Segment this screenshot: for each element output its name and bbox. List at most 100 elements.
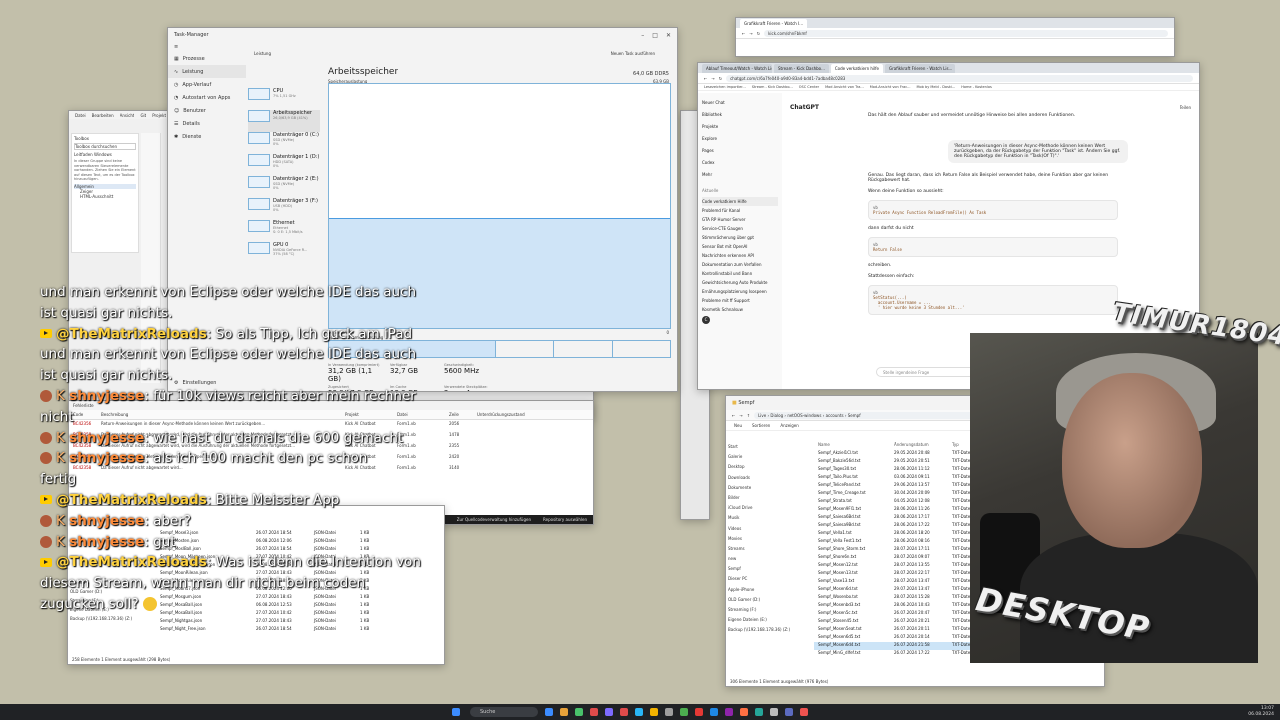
taskbar-search[interactable]: Suche [470, 707, 538, 717]
perf-item[interactable]: Ethernet Ethernet S: 0 E: 1,5 Mbit/s [248, 220, 320, 242]
nav-item[interactable]: Dieser PC [728, 574, 808, 584]
file-row[interactable]: Sempf_Mosen5eat.txt 26.07.2024 20:11 TXT-D… [814, 626, 992, 634]
file-row[interactable]: Sempf_Night_Free.json 26.07.2024 18:54 JSO… [156, 626, 380, 634]
file-row[interactable]: Sempf_Vella Fest1.txt 28.06.2024 08:16 TXT… [814, 538, 992, 546]
nav-details[interactable]: ☰ Details [168, 117, 246, 130]
nav-drive-z[interactable]: Backup (\\192.168.178.36) (Z:) [70, 616, 142, 625]
file-row[interactable]: Sempf_Mosen6d5.txt 26.07.2024 20:14 TXT-Da… [814, 634, 992, 642]
forward-icon[interactable]: → [739, 413, 742, 418]
nav-item[interactable]: Musik [728, 513, 808, 523]
col-name[interactable]: Name [818, 442, 888, 450]
recent-chat-item[interactable]: Kontrollinstabil und Bann [702, 269, 778, 278]
nav-startup-apps[interactable]: ◔ Autostart von Apps [168, 91, 246, 104]
file-row[interactable]: Sempf_Mosen6d4.txt 26.07.2024 21:58 TXT-Da… [814, 642, 992, 650]
back-icon[interactable]: ← [742, 31, 745, 36]
menu-git[interactable]: Git [140, 113, 146, 118]
bookmark-item[interactable]: Home - Kostenlos [961, 85, 992, 89]
reload-icon[interactable]: ↻ [757, 31, 760, 36]
nav-item[interactable]: Galerie [728, 452, 808, 462]
back-icon[interactable]: ← [704, 76, 707, 81]
reload-icon[interactable]: ↻ [719, 76, 722, 81]
perf-item[interactable]: Arbeitsspeicher 26,0/63,9 GB (41%) [248, 110, 320, 132]
recent-chat-item[interactable]: Problemd für Kanal [702, 206, 778, 215]
file-row[interactable]: Sempf_Vase13.txt 28.07.2024 13:47 TXT-Date… [814, 578, 992, 586]
tab-4[interactable]: Grafikkraft Frieren - Watch Lis... [885, 64, 956, 73]
recent-chat-item[interactable]: Ernährungsplatzierung Isospeen [702, 287, 778, 296]
clock[interactable]: 13:07 06.08.2024 [1248, 706, 1274, 718]
run-new-task-button[interactable]: Neuen Task ausführen [611, 51, 655, 56]
taskbar-app-icon[interactable] [725, 708, 733, 716]
sidebar-item[interactable]: Pages [702, 145, 778, 157]
maximize-icon[interactable]: □ [652, 32, 658, 39]
nav-item[interactable]: Downloads [728, 473, 808, 483]
perf-item[interactable]: Datenträger 3 (F:) USB (HDD) 0% [248, 198, 320, 220]
recent-chat-item[interactable]: GTA RP Humor Server [702, 215, 778, 224]
file-row[interactable]: Sempf_Stosen45.txt 26.07.2024 20:21 TXT-Da… [814, 618, 992, 626]
nav-item[interactable]: Eigene Dateien (E:) [728, 615, 808, 625]
file-row[interactable]: Sempf_Mosen6d.txt 29.07.2024 13:47 TXT-Dat… [814, 586, 992, 594]
sidebar-item[interactable]: Projekte [702, 121, 778, 133]
perf-item[interactable]: Datenträger 1 (D:) HDD (SATA) 0% [248, 154, 320, 176]
taskbar-app-icon[interactable] [650, 708, 658, 716]
sidebar-item[interactable]: Codex [702, 157, 778, 169]
file-row[interactable]: Sempf_Tailo.Plus.txt 03.06.2024 09:11 TXT-… [814, 474, 992, 482]
perf-item[interactable]: GPU 0 NVIDIA GeForce R... 37% (58 °C) [248, 242, 320, 264]
taskbar-app-icon[interactable] [560, 708, 568, 716]
file-row[interactable]: Sempf_Shore_Storm.txt 28.07.2024 17:11 TXT… [814, 546, 992, 554]
file-row[interactable]: Sempf_Akziel1Cl.txt 29.05.2024 20:48 TXT-D… [814, 450, 992, 458]
perf-item[interactable]: Datenträger 0 (C:) SSD (NVMe) 0% [248, 132, 320, 154]
col-suppression[interactable]: Unterdrückungszustand [477, 412, 533, 417]
nav-item[interactable]: OLD Gamer (D:) [728, 595, 808, 605]
view-button[interactable]: Anzeigen [780, 423, 798, 428]
close-icon[interactable]: ✕ [666, 32, 671, 39]
taskbar-app-icon[interactable] [740, 708, 748, 716]
nav-item[interactable]: Desktop [728, 462, 808, 472]
file-row[interactable]: Sempf_Bakzie56d.txt 29.05.2024 20:51 TXT-D… [814, 458, 992, 466]
menu-file[interactable]: Datei [75, 113, 86, 118]
taskbar-app-icon[interactable] [620, 708, 628, 716]
col-date[interactable]: Änderungsdatum [894, 442, 946, 450]
nav-item[interactable]: Streams [728, 544, 808, 554]
col-line[interactable]: Zeile [449, 412, 473, 417]
taskbar-app-icon[interactable] [590, 708, 598, 716]
nav-users[interactable]: ☺ Benutzer [168, 104, 246, 117]
taskbar-app-icon[interactable] [755, 708, 763, 716]
bookmark-item[interactable]: Lesezeichen importier... [704, 85, 746, 89]
nav-item[interactable]: Bilder [728, 493, 808, 503]
file-row[interactable]: Sempf_Mosenbd3.txt 28.06.2024 10:43 TXT-Da… [814, 602, 992, 610]
nav-item[interactable]: Dokumente [728, 483, 808, 493]
nav-item[interactable]: new [728, 554, 808, 564]
breadcrumb-item[interactable]: Sempf [848, 413, 861, 418]
chatgpt-app-title[interactable]: ChatGPT [790, 104, 819, 111]
add-source-control[interactable]: Zur Quellcodeverwaltung hinzufügen [457, 517, 531, 522]
nav-item[interactable]: Movies [728, 534, 808, 544]
minimize-icon[interactable]: – [641, 32, 644, 39]
nav-item[interactable]: Videos [728, 524, 808, 534]
file-row[interactable]: Sempf_MinG_dlfef.txt 26.07.2024 17:22 TXT-… [814, 650, 992, 658]
sidebar-item[interactable]: Mehr [702, 169, 778, 181]
taskbar-app-icon[interactable] [785, 708, 793, 716]
address-bar[interactable]: chatgpt.com/c/6a7fe040-a9d0-83a4-bdd1-7a… [726, 74, 1193, 82]
bookmark-item[interactable]: Stream - Kick Dashbo... [752, 85, 793, 89]
toolbox-group[interactable]: Leitfaden Windows [74, 152, 136, 157]
breadcrumb-item[interactable]: Dialog [770, 413, 783, 418]
file-row[interactable]: Sempf_Saiesa9Bd.txt 28.06.2024 17:22 TXT-D… [814, 522, 992, 530]
file-row[interactable]: Sempf_Vella1.txt 28.06.2024 18:20 TXT-Date… [814, 530, 992, 538]
taskbar-app-icon[interactable] [770, 708, 778, 716]
taskbar-app-icon[interactable] [680, 708, 688, 716]
menu-view[interactable]: Ansicht [120, 113, 135, 118]
file-row[interactable]: Sempf_Mosen13.txt 28.07.2024 22:17 TXT-Dat… [814, 570, 992, 578]
breadcrumb-item[interactable]: netOOS-windows [787, 413, 821, 418]
sidebar-item[interactable]: Bibliothek [702, 109, 778, 121]
nav-processes[interactable]: ▦ Prozesse [168, 52, 246, 65]
file-row[interactable]: Sempf_Time_Creage.txt 30.04.2024 20:09 TXT… [814, 490, 992, 498]
file-row[interactable]: Sempf_Mosen5c.txt 26.07.2024 20:47 TXT-Dat… [814, 610, 992, 618]
file-row[interactable]: Sempf_Tages30.txt 28.06.2024 11:12 TXT-Dat… [814, 466, 992, 474]
nav-item[interactable]: Start [728, 442, 808, 452]
new-button[interactable]: Neu [734, 423, 742, 428]
recent-chat-item[interactable]: Probleme mit ff Support [702, 296, 778, 305]
tab-2[interactable]: Stream - Kick Dashbo... [774, 64, 829, 73]
user-avatar[interactable]: C [702, 314, 778, 326]
taskbar-app-icon[interactable] [800, 708, 808, 716]
recent-chat-item[interactable]: Kosmetik Schnalsuw [702, 305, 778, 314]
